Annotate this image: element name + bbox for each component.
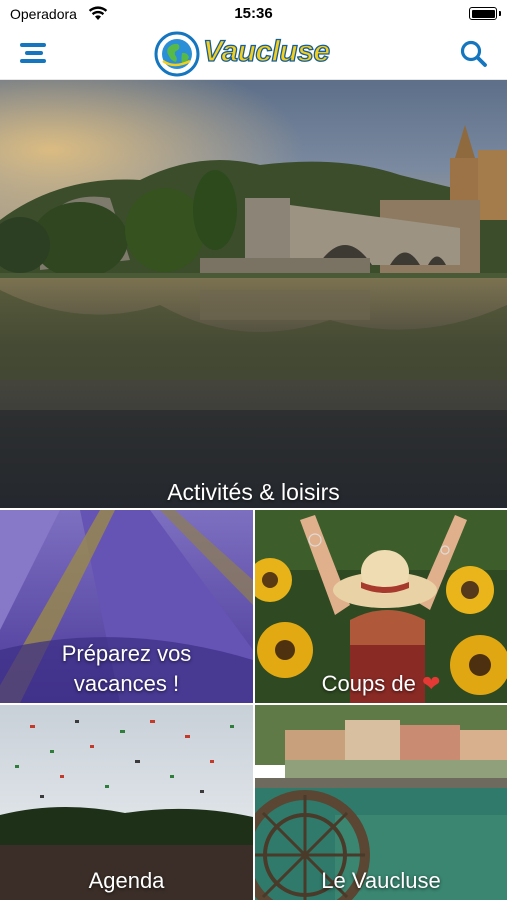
search-icon[interactable] <box>459 39 489 69</box>
activities-leisure-label: Activités & loisirs <box>167 479 340 505</box>
prepare-vacation-label: Préparez vos vacances ! <box>0 639 253 699</box>
avignon-bridge-photo <box>0 80 507 508</box>
app-header: Vaucluse <box>0 28 507 80</box>
favorites-label: Coups de ❤ <box>255 669 507 699</box>
globe-logo-icon <box>154 31 200 77</box>
favorites-text: Coups de <box>321 671 416 696</box>
favorites-tile[interactable]: Coups de ❤ <box>255 510 507 703</box>
agenda-tile[interactable]: Agenda <box>0 705 253 900</box>
battery-tip <box>499 11 501 16</box>
agenda-label: Agenda <box>88 868 165 893</box>
activities-leisure-banner[interactable]: Activités & loisirs <box>0 80 507 508</box>
battery-icon <box>469 7 497 20</box>
status-time: 15:36 <box>234 5 273 22</box>
prepare-vacation-line-2: vacances ! <box>73 671 180 696</box>
le-vaucluse-label: Le Vaucluse <box>321 868 441 893</box>
logo-text: Vaucluse <box>202 34 330 68</box>
status-bar: Operadora 15:36 <box>0 0 507 28</box>
le-vaucluse-tile[interactable]: Le Vaucluse <box>255 705 507 900</box>
prepare-vacation-tile[interactable]: Préparez vos vacances ! <box>0 510 253 703</box>
prepare-vacation-line-1: Préparez vos <box>61 641 192 666</box>
heart-icon: ❤ <box>421 671 441 696</box>
app-logo: Vaucluse <box>154 30 364 78</box>
hamburger-menu-icon[interactable] <box>18 40 48 66</box>
